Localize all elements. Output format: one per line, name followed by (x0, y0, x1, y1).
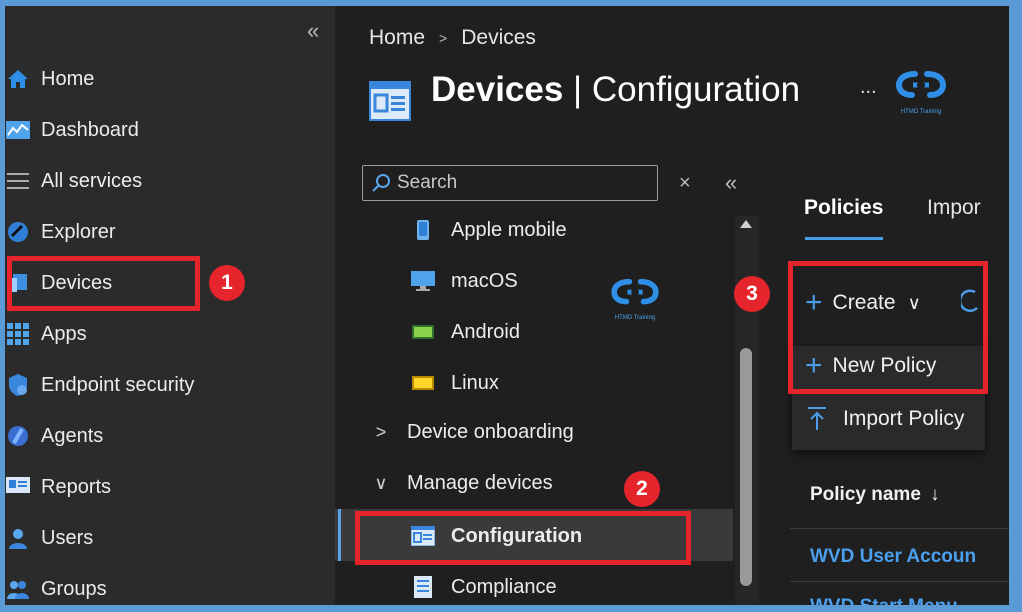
nav-item-explorer[interactable]: Explorer (5, 212, 115, 252)
page-title: Devices | Configuration (431, 70, 801, 109)
apps-grid-icon (5, 322, 31, 346)
annotation-box-2 (355, 511, 691, 565)
home-icon (5, 67, 31, 91)
nav-label: All services (41, 169, 143, 192)
main-content: Home > Devices Devices | Configuration .… (335, 6, 1009, 605)
android-device-icon (411, 320, 435, 344)
nav-label: Apps (41, 322, 87, 345)
nav-item-endpoint-security[interactable]: Endpoint security (5, 365, 194, 405)
menu-label: macOS (451, 269, 518, 292)
menu-group-device-onboarding[interactable]: > Device onboarding (371, 412, 574, 452)
tab-import[interactable]: Impor (927, 196, 981, 220)
sort-arrow-icon: ↓ (930, 484, 940, 505)
monitor-icon (411, 269, 435, 293)
table-divider (790, 528, 1009, 529)
groups-icon (5, 577, 31, 601)
nav-item-apps[interactable]: Apps (5, 314, 87, 354)
nav-label: Dashboard (41, 118, 139, 141)
linux-device-icon (411, 371, 435, 395)
portal-window: « Home Dashboard All services Explorer D… (5, 6, 1009, 605)
nav-label: Agents (41, 424, 104, 447)
nav-item-groups[interactable]: Groups (5, 569, 107, 605)
selected-indicator (338, 509, 341, 561)
menu-item-macos[interactable]: macOS (411, 261, 518, 301)
menu-label: Manage devices (407, 471, 553, 494)
nav-item-home[interactable]: Home (5, 59, 94, 99)
annotation-box-1 (7, 256, 200, 311)
scroll-up-arrow-icon[interactable] (740, 220, 752, 228)
list-icon (5, 169, 31, 193)
menu-label: Apple mobile (451, 218, 567, 241)
nav-item-all-services[interactable]: All services (5, 161, 142, 201)
nav-label: Reports (41, 475, 112, 498)
agents-icon (5, 424, 31, 448)
active-tab-underline (805, 237, 883, 240)
menu-item-linux[interactable]: Linux (411, 363, 499, 403)
nav-item-reports[interactable]: Reports (5, 467, 111, 507)
menu-group-manage-devices[interactable]: ∨ Manage devices (371, 463, 553, 503)
column-header-policy-name[interactable]: Policy name ↓ (810, 484, 940, 506)
table-divider (790, 581, 1009, 582)
dashboard-icon (5, 118, 31, 142)
menu-label: Compliance (451, 575, 557, 598)
nav-item-agents[interactable]: Agents (5, 416, 103, 456)
nav-item-dashboard[interactable]: Dashboard (5, 110, 139, 150)
menu-item-compliance[interactable]: Compliance (411, 567, 557, 605)
configuration-icon (369, 81, 411, 121)
search-input[interactable]: Search (362, 165, 658, 201)
import-policy-menu-item[interactable]: Import Policy (807, 406, 964, 432)
chevron-right-icon: > (375, 421, 387, 442)
nav-label: Explorer (41, 220, 116, 243)
menu-label: Device onboarding (407, 420, 574, 443)
nav-label: Groups (41, 577, 107, 600)
scrollbar-thumb[interactable] (740, 348, 752, 586)
chevron-down-icon: ∨ (374, 472, 388, 493)
shield-icon (5, 373, 31, 397)
reports-icon (5, 475, 31, 499)
import-policy-label: Import Policy (843, 407, 965, 430)
nav-item-users[interactable]: Users (5, 518, 93, 558)
menu-item-apple-mobile[interactable]: Apple mobile (411, 210, 567, 250)
annotation-box-3 (788, 261, 988, 394)
htmd-watermark-logo: HTMD Training (607, 276, 663, 322)
collapse-blade-button[interactable]: « (725, 170, 737, 196)
search-placeholder: Search (397, 172, 458, 193)
left-navigation: « Home Dashboard All services Explorer D… (5, 6, 335, 605)
more-options-button[interactable]: ... (860, 76, 877, 99)
breadcrumb: Home > Devices (369, 26, 536, 50)
user-icon (5, 526, 31, 550)
tab-policies[interactable]: Policies (804, 196, 883, 220)
compliance-doc-icon (411, 575, 435, 599)
watermark-caption: HTMD Training (614, 315, 656, 321)
phone-icon (411, 218, 435, 242)
nav-label: Endpoint security (41, 373, 195, 396)
breadcrumb-separator: > (439, 30, 448, 46)
annotation-badge-1: 1 (209, 265, 245, 301)
explorer-icon (5, 220, 31, 244)
breadcrumb-home[interactable]: Home (369, 26, 425, 50)
collapse-nav-button[interactable]: « (307, 18, 319, 44)
nav-label: Users (41, 526, 94, 549)
annotation-badge-3: 3 (734, 276, 770, 312)
menu-label: Linux (451, 371, 499, 394)
menu-label: Android (451, 320, 520, 343)
breadcrumb-devices[interactable]: Devices (461, 26, 536, 50)
search-icon (372, 174, 390, 192)
logo-caption: HTMD Training (900, 109, 942, 115)
table-row-link[interactable]: WVD User Accoun (810, 546, 976, 568)
table-row-link[interactable]: WVD Start Menu (810, 596, 958, 605)
menu-item-android[interactable]: Android (411, 312, 520, 352)
htmd-logo: HTMD Training (893, 68, 949, 115)
nav-label: Home (41, 67, 95, 90)
annotation-badge-2: 2 (624, 471, 660, 507)
clear-search-button[interactable]: × (679, 172, 691, 195)
upload-icon (808, 407, 826, 430)
